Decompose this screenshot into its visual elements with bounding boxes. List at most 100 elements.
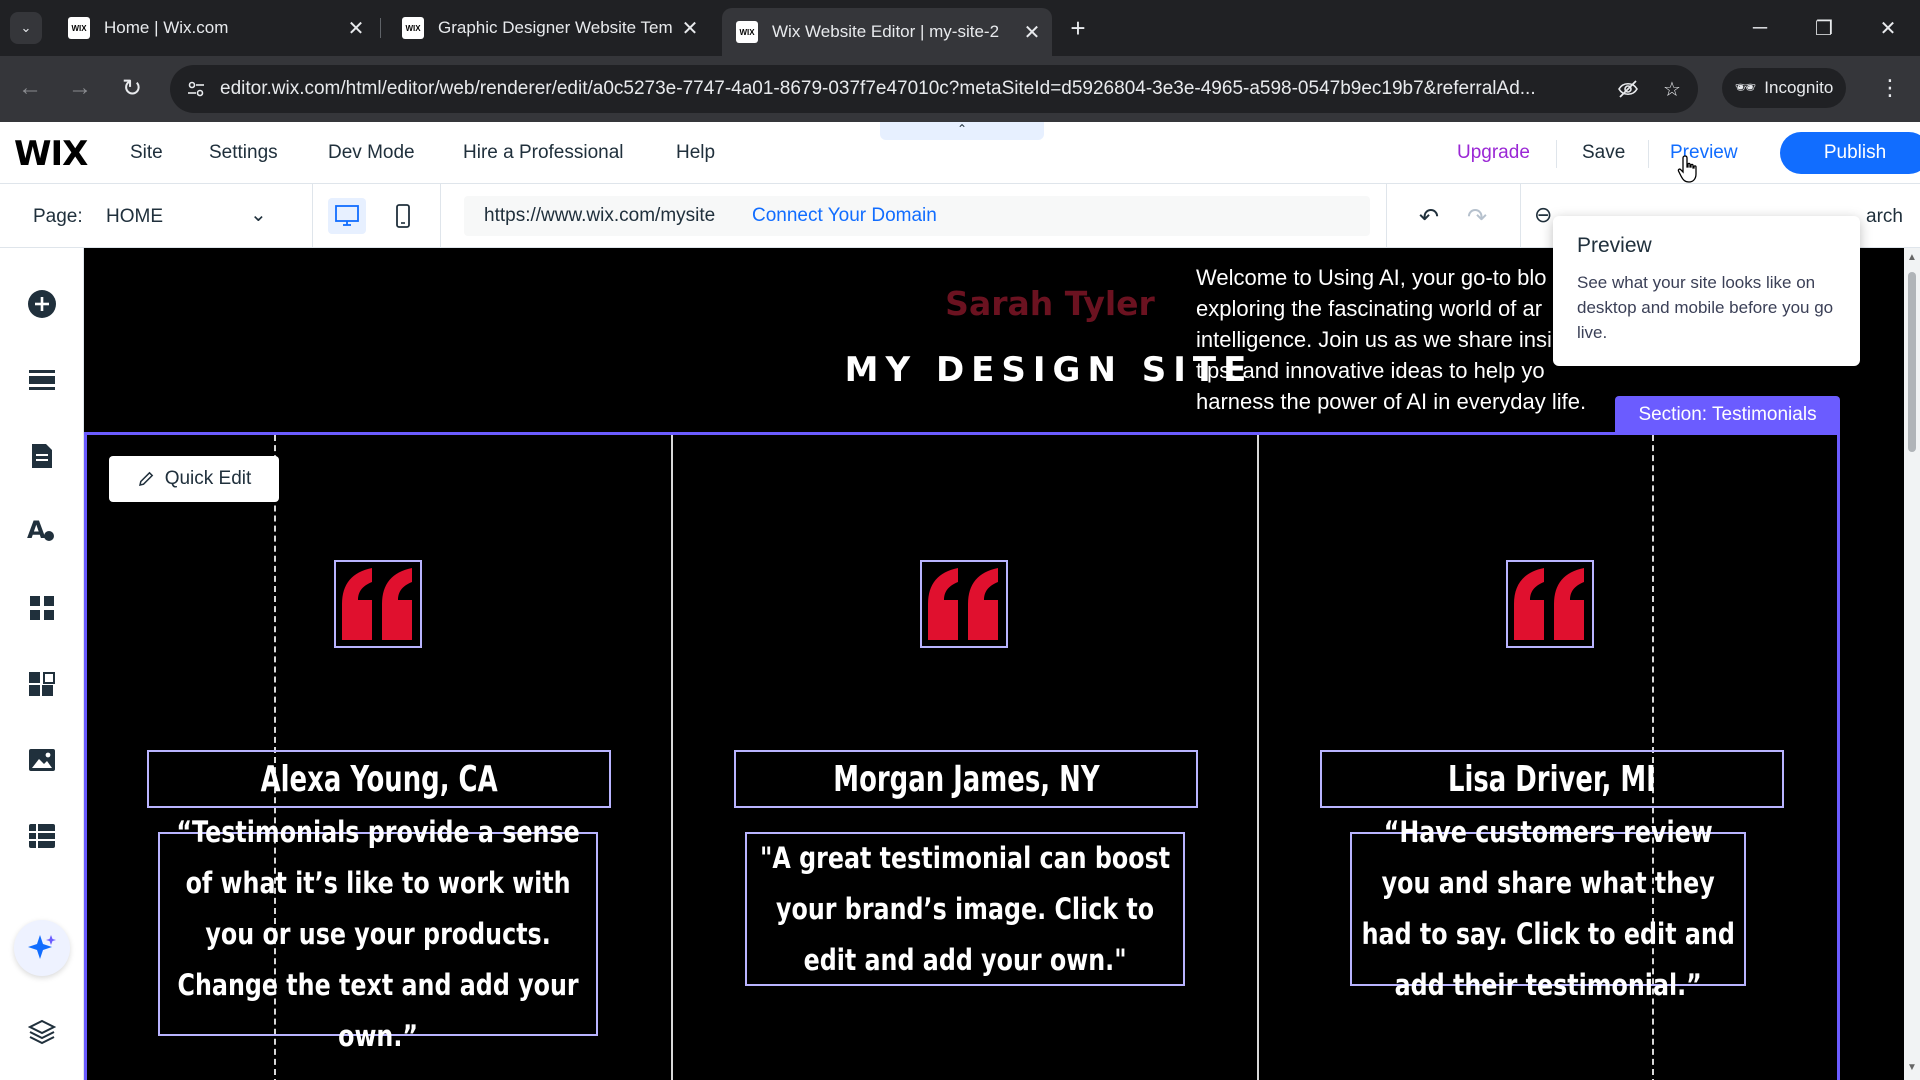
- column-divider: [671, 435, 673, 1080]
- testimonial-quote-text: "A great testimonial can boost your bran…: [759, 840, 1171, 977]
- save-button[interactable]: Save: [1582, 142, 1625, 164]
- divider: [1520, 184, 1521, 248]
- tab-divider: [380, 18, 381, 38]
- url-text[interactable]: editor.wix.com/html/editor/web/renderer/…: [220, 78, 1600, 100]
- scrollbar-thumb[interactable]: [1908, 272, 1916, 452]
- column-divider: [1257, 435, 1259, 1080]
- testimonial-quote[interactable]: “Testimonials provide a sense of what it…: [158, 815, 598, 1053]
- testimonial-name-text: Morgan James, NY: [832, 758, 1100, 800]
- divider: [1648, 140, 1649, 168]
- publish-button[interactable]: Publish: [1780, 132, 1920, 174]
- forward-arrow-icon[interactable]: →: [62, 70, 98, 106]
- browser-address-bar: ← → ↻ editor.wix.com/html/editor/web/ren…: [0, 56, 1920, 122]
- header-site-name[interactable]: Sarah Tyler: [860, 284, 1240, 323]
- page-label: Page:: [33, 206, 83, 227]
- new-tab-plus-icon[interactable]: +: [1062, 12, 1094, 44]
- close-tab-icon[interactable]: ✕: [1018, 20, 1046, 45]
- close-tab-icon[interactable]: ✕: [676, 16, 704, 41]
- menu-settings[interactable]: Settings: [209, 142, 278, 164]
- divider: [1386, 184, 1387, 248]
- tab-title: Graphic Designer Website Tem: [438, 18, 673, 37]
- site-design-icon[interactable]: A: [22, 510, 62, 550]
- layers-icon[interactable]: [22, 1012, 62, 1052]
- site-url-field[interactable]: https://www.wix.com/mysite Connect Your …: [464, 196, 1370, 236]
- testimonial-quote[interactable]: “Have customers review you and share wha…: [1350, 815, 1746, 1002]
- browser-menu-icon[interactable]: ⋮: [1876, 70, 1904, 106]
- add-elements-icon[interactable]: [22, 284, 62, 324]
- wix-favicon-icon: WIX: [68, 17, 90, 39]
- business-apps-icon[interactable]: [22, 664, 62, 704]
- section-label-badge[interactable]: Section: Testimonials: [1615, 396, 1840, 434]
- divider: [312, 184, 313, 248]
- quote-mark-icon[interactable]: [920, 560, 1008, 648]
- wix-logo[interactable]: WIX: [14, 134, 88, 174]
- divider: [1556, 140, 1557, 168]
- menu-dev-mode[interactable]: Dev Mode: [328, 142, 415, 164]
- tab-title: Home | Wix.com: [104, 18, 229, 37]
- upgrade-link[interactable]: Upgrade: [1457, 142, 1530, 164]
- quote-mark-icon[interactable]: [334, 560, 422, 648]
- testimonial-quote-text: “Have customers review you and share wha…: [1361, 815, 1735, 1002]
- pages-menu-icon[interactable]: [22, 436, 62, 476]
- wix-top-bar: WIX Site Settings Dev Mode Hire a Profes…: [0, 122, 1920, 184]
- omnibox[interactable]: editor.wix.com/html/editor/web/renderer/…: [170, 65, 1698, 113]
- restore-window-icon[interactable]: ❐: [1804, 10, 1844, 46]
- scroll-down-arrow-icon[interactable]: ▼: [1907, 1062, 1917, 1073]
- close-tab-icon[interactable]: ✕: [342, 16, 370, 41]
- preview-tooltip: Preview See what your site looks like on…: [1553, 216, 1860, 366]
- testimonial-name-text: Lisa Driver, MI: [1448, 758, 1656, 800]
- testimonial-name[interactable]: Alexa Young, CA: [147, 750, 611, 808]
- minimize-window-icon[interactable]: ─: [1740, 10, 1780, 46]
- quote-mark-icon[interactable]: [1506, 560, 1594, 648]
- testimonial-name[interactable]: Lisa Driver, MI: [1320, 750, 1784, 808]
- incognito-indicator[interactable]: 🕶 Incognito: [1722, 68, 1846, 108]
- redo-icon[interactable]: ↷: [1462, 202, 1492, 232]
- mobile-view-icon[interactable]: [384, 198, 422, 234]
- undo-icon[interactable]: ↶: [1414, 202, 1444, 232]
- bookmark-star-icon[interactable]: ☆: [1658, 75, 1686, 103]
- browser-tab-bar: ⌄ WIX Home | Wix.com ✕ WIX Graphic Desig…: [0, 0, 1920, 56]
- hand-cursor-icon: [1677, 155, 1697, 183]
- desktop-view-icon[interactable]: [328, 198, 366, 234]
- svg-text:A: A: [27, 516, 46, 544]
- menu-hire-professional[interactable]: Hire a Professional: [463, 142, 624, 164]
- close-window-icon[interactable]: ✕: [1868, 10, 1908, 46]
- search-button[interactable]: arch: [1866, 206, 1903, 228]
- incognito-icon: 🕶: [1734, 78, 1757, 97]
- site-canvas[interactable]: Sarah Tyler MY DESIGN SITE Welcome to Us…: [84, 248, 1904, 1080]
- testimonial-name[interactable]: Morgan James, NY: [734, 750, 1198, 808]
- site-settings-icon[interactable]: [182, 75, 210, 103]
- tab-search-chevron-icon[interactable]: ⌄: [10, 12, 42, 44]
- menu-help[interactable]: Help: [676, 142, 715, 164]
- incognito-label: Incognito: [1764, 78, 1834, 97]
- testimonial-name-text: Alexa Young, CA: [260, 758, 498, 800]
- media-icon[interactable]: [22, 740, 62, 780]
- back-arrow-icon[interactable]: ←: [12, 70, 48, 106]
- menu-site[interactable]: Site: [130, 142, 163, 164]
- quick-edit-label: Quick Edit: [164, 468, 252, 489]
- browser-tab-home[interactable]: WIX Home | Wix.com ✕: [54, 8, 376, 48]
- pencil-icon: [138, 471, 153, 486]
- site-url: https://www.wix.com/mysite: [484, 205, 716, 226]
- eye-off-icon[interactable]: [1614, 75, 1642, 103]
- chevron-down-icon[interactable]: ⌄: [250, 202, 267, 227]
- quick-edit-button[interactable]: Quick Edit: [109, 456, 279, 502]
- divider: [440, 184, 441, 248]
- tooltip-body: See what your site looks like on desktop…: [1577, 273, 1834, 342]
- zoom-out-icon[interactable]: ⊖: [1534, 202, 1552, 228]
- canvas-scrollbar[interactable]: ▲ ▼: [1904, 248, 1920, 1080]
- connect-domain-link[interactable]: Connect Your Domain: [752, 205, 937, 227]
- browser-tab-editor[interactable]: WIX Wix Website Editor | my-site-2 ✕: [722, 8, 1052, 56]
- tooltip-title: Preview: [1577, 234, 1652, 257]
- add-section-icon[interactable]: [22, 360, 62, 400]
- ai-sparkle-icon[interactable]: [14, 920, 70, 976]
- collapse-toolbar-chevron-icon[interactable]: ⌃: [880, 122, 1044, 140]
- testimonial-quote[interactable]: "A great testimonial can boost your bran…: [745, 832, 1185, 986]
- page-selector[interactable]: HOME: [106, 206, 163, 228]
- browser-tab-template[interactable]: WIX Graphic Designer Website Tem ✕: [388, 8, 710, 48]
- reload-icon[interactable]: ↻: [114, 70, 150, 106]
- scroll-up-arrow-icon[interactable]: ▲: [1907, 252, 1917, 263]
- cms-icon[interactable]: [22, 816, 62, 856]
- wix-favicon-icon: WIX: [736, 21, 758, 43]
- app-market-icon[interactable]: [22, 588, 62, 628]
